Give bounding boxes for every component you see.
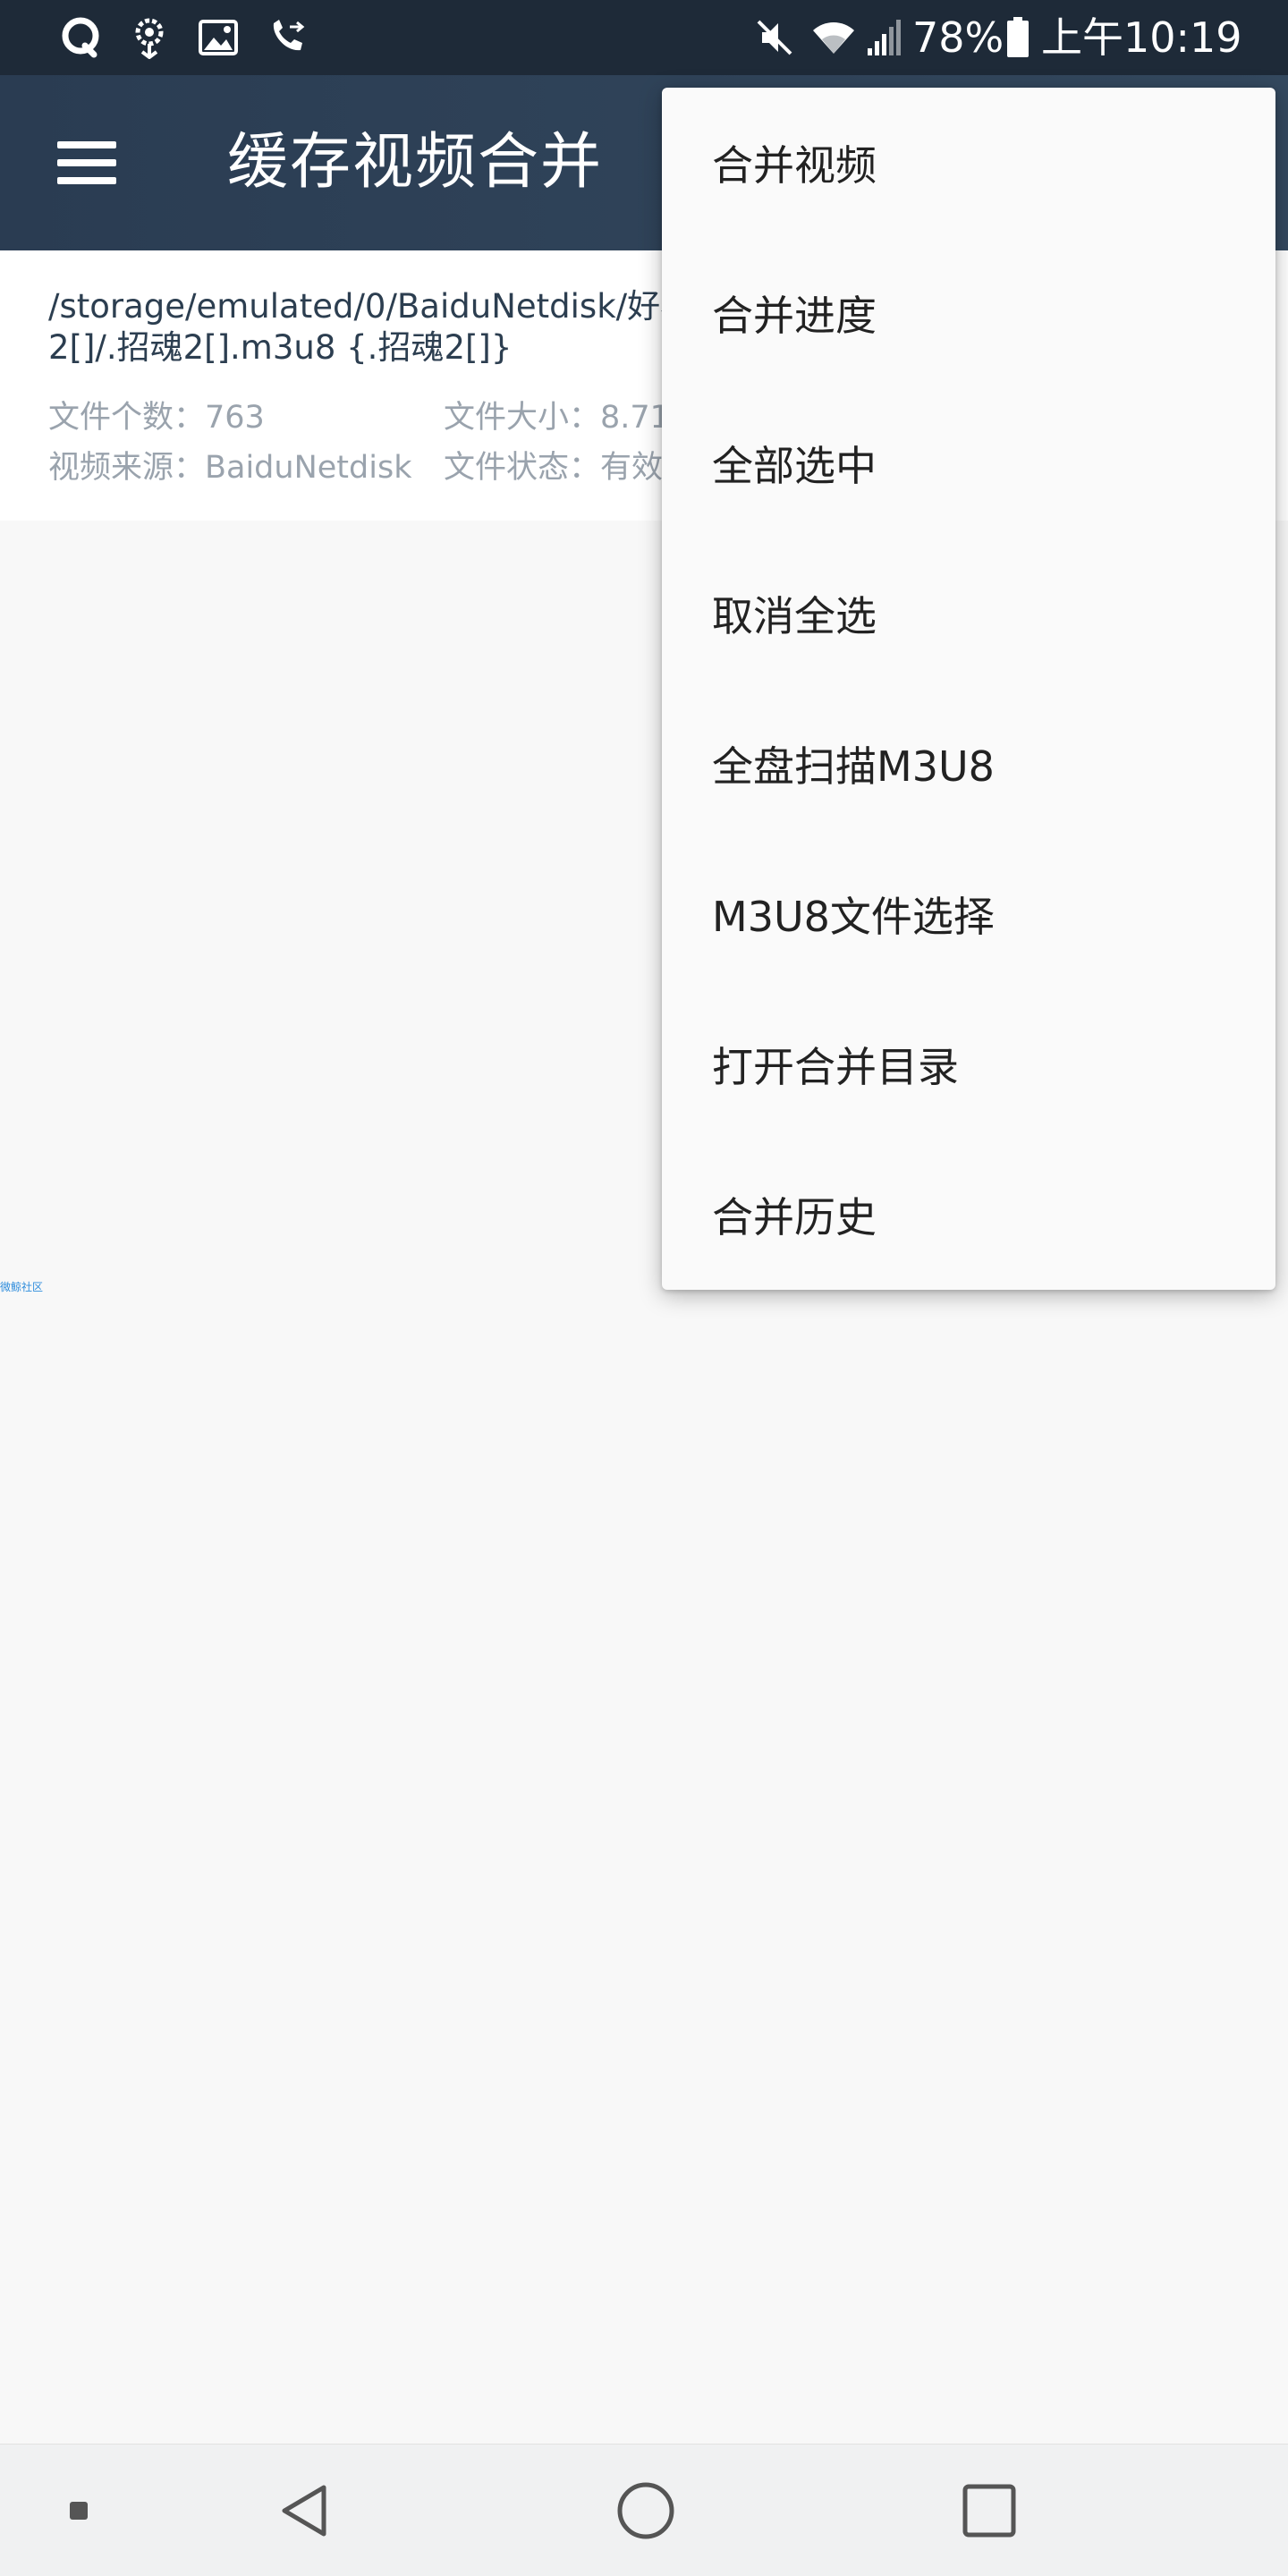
- file-count: 文件个数：763: [48, 400, 265, 436]
- wifi-icon: [810, 16, 857, 59]
- menu-item-select-m3u8[interactable]: M3U8文件选择: [662, 839, 1275, 989]
- navigation-bar: [0, 2444, 1288, 2576]
- menu-item-open-folder[interactable]: 打开合并目录: [662, 989, 1275, 1140]
- file-status: 文件状态：有效: [444, 450, 664, 486]
- video-source: 视频来源：BaiduNetdisk: [48, 450, 412, 486]
- clock: 上午10:19: [1041, 13, 1242, 62]
- battery-icon: [1004, 16, 1032, 59]
- overflow-menu: 合并视频 合并进度 全部选中 取消全选 全盘扫描M3U8 M3U8文件选择 打开…: [662, 88, 1275, 1290]
- gallery-icon: [197, 16, 240, 59]
- page-title: 缓存视频合并: [227, 127, 604, 198]
- menu-item-full-scan[interactable]: 全盘扫描M3U8: [662, 689, 1275, 839]
- battery-percent: 78%: [912, 13, 1004, 62]
- qq-icon: [55, 16, 106, 59]
- recents-icon[interactable]: [945, 2466, 1034, 2555]
- hamburger-icon[interactable]: [43, 123, 129, 202]
- back-icon[interactable]: [261, 2466, 351, 2555]
- menu-item-merge-history[interactable]: 合并历史: [662, 1140, 1275, 1290]
- status-bar: 78% 上午10:19: [0, 0, 1288, 75]
- file-size: 文件大小：8.71: [444, 400, 670, 436]
- menu-item-deselect-all[interactable]: 取消全选: [662, 538, 1275, 689]
- signal-icon: [862, 16, 905, 59]
- menu-item-select-all[interactable]: 全部选中: [662, 388, 1275, 538]
- call-forward-icon: [265, 16, 308, 59]
- menu-item-merge-progress[interactable]: 合并进度: [662, 238, 1275, 388]
- mute-icon: [753, 16, 796, 59]
- community-link[interactable]: 微鲸社区: [0, 1279, 43, 1294]
- menu-dot-icon[interactable]: [34, 2466, 123, 2555]
- menu-item-merge-video[interactable]: 合并视频: [662, 88, 1275, 238]
- flower-icon: [129, 16, 170, 59]
- home-icon[interactable]: [601, 2466, 691, 2555]
